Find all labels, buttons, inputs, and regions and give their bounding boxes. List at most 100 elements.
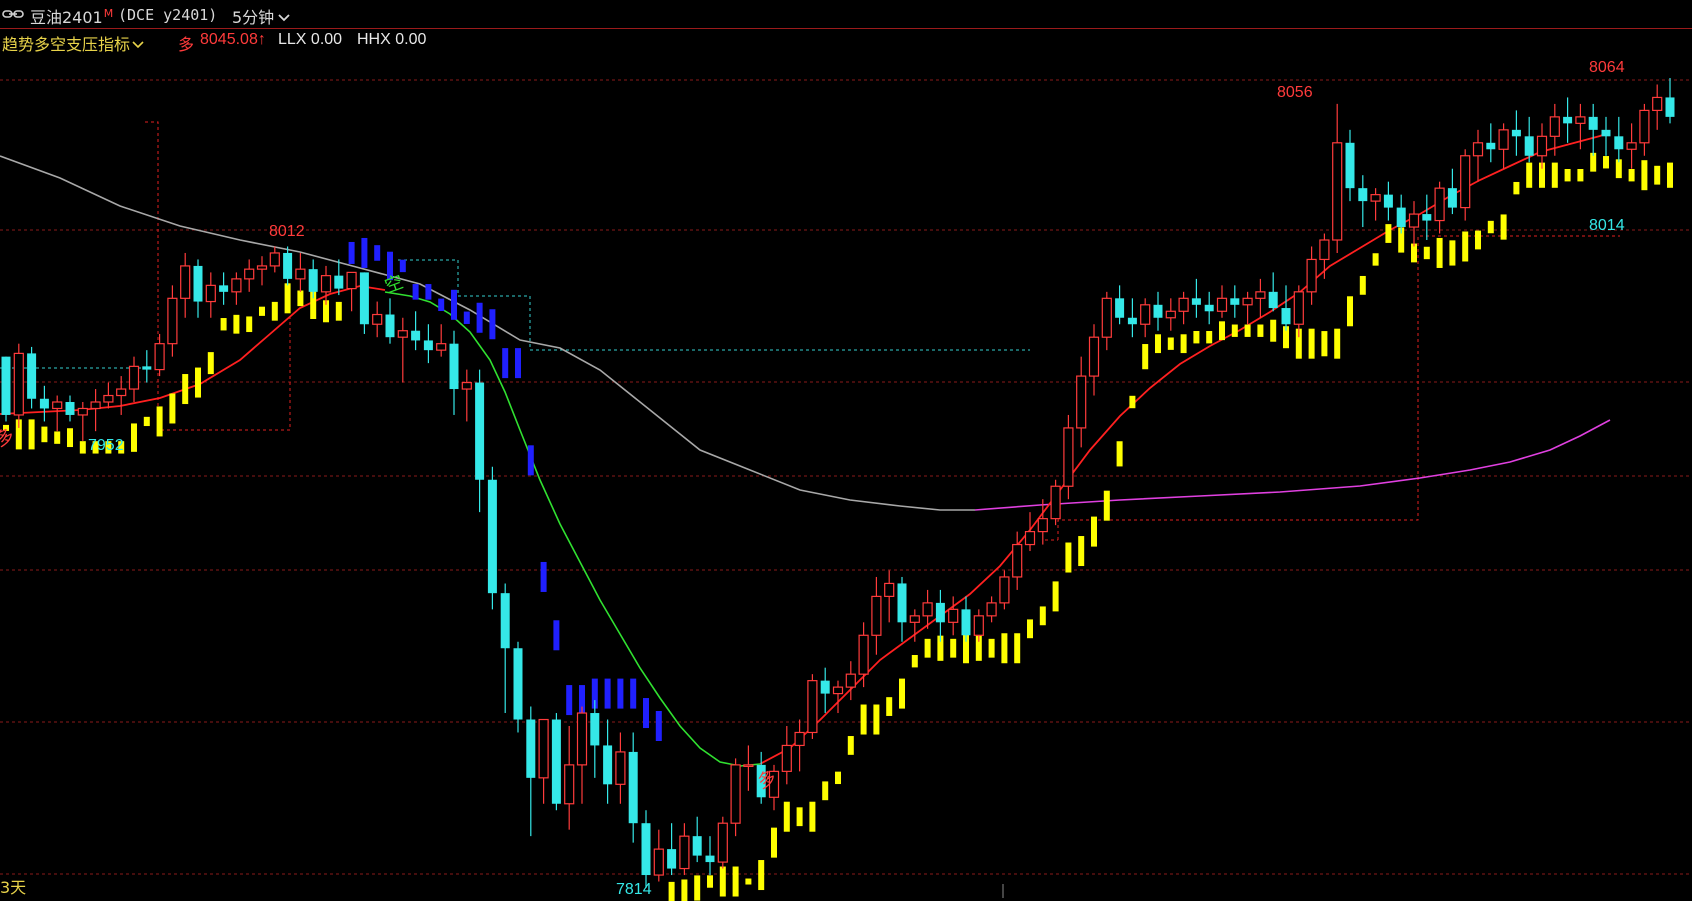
candle-body-up bbox=[1076, 375, 1087, 429]
trail-stop-mark bbox=[1116, 441, 1123, 467]
candle-body-up bbox=[1293, 291, 1304, 325]
candle-body-up bbox=[653, 848, 664, 876]
trail-stop-mark bbox=[1398, 227, 1405, 253]
candle-body-up bbox=[538, 718, 549, 779]
trail-stop-mark bbox=[271, 301, 278, 321]
trail-stop-mark bbox=[873, 704, 880, 735]
trail-stop-mark bbox=[1052, 581, 1059, 612]
candle-body-up bbox=[1434, 187, 1445, 222]
trail-stop-mark bbox=[1475, 230, 1481, 250]
indicator-selector[interactable]: 趋势多空支压指标 bbox=[2, 31, 144, 55]
llx-value: LLX 0.00 bbox=[278, 31, 343, 48]
chain-link-icon[interactable] bbox=[2, 8, 24, 20]
trail-stop-mark bbox=[579, 685, 585, 716]
trail-stop-mark bbox=[1564, 169, 1571, 182]
candle-body-up bbox=[999, 576, 1010, 604]
candle-body-up bbox=[1140, 304, 1151, 325]
candle-body-down bbox=[1, 356, 11, 415]
trail-stop-mark bbox=[1014, 633, 1021, 664]
trail-stop-mark bbox=[1039, 606, 1046, 626]
trail-stop-mark bbox=[438, 298, 445, 311]
trail-stop-mark bbox=[348, 241, 355, 264]
trail-stop-mark bbox=[1615, 159, 1622, 179]
candle-body-up bbox=[615, 751, 626, 785]
trail-stop-mark bbox=[220, 318, 227, 331]
candle-body-up bbox=[1408, 213, 1420, 228]
trail-stop-mark bbox=[79, 441, 86, 454]
candle-body-down bbox=[283, 252, 293, 279]
candle-body-down bbox=[423, 340, 433, 351]
candle-body-up bbox=[1037, 518, 1048, 533]
period-selector[interactable]: 5分钟 bbox=[232, 4, 291, 28]
trail-stop-mark bbox=[1500, 214, 1507, 240]
candle-body-down bbox=[193, 265, 203, 302]
trail-stop-mark bbox=[515, 348, 521, 379]
chevron-down-icon bbox=[278, 14, 290, 22]
trail-stop-mark bbox=[412, 284, 419, 300]
kline-chart[interactable]: 8012 7952 7814 8056 8064 8014 空 多 多 bbox=[0, 0, 1692, 901]
trail-stop-mark bbox=[1628, 169, 1635, 182]
trail-stop-mark bbox=[681, 879, 688, 901]
trail-stop-mark bbox=[143, 416, 150, 427]
candle-body-up bbox=[154, 343, 165, 371]
trail-stop-mark bbox=[1359, 275, 1366, 295]
trail-stop-mark bbox=[1654, 165, 1661, 185]
trail-stop-mark bbox=[1487, 220, 1494, 234]
candle-body-up bbox=[884, 582, 895, 598]
trail-stop-mark bbox=[847, 736, 854, 755]
candle-body-up bbox=[346, 271, 357, 290]
trail-stop-mark bbox=[335, 301, 342, 321]
candle-body-down bbox=[513, 648, 523, 720]
trail-stop-mark bbox=[1295, 328, 1302, 359]
candle-body-up bbox=[1498, 129, 1509, 150]
candle-body-up bbox=[231, 278, 242, 293]
candle-body-down bbox=[1524, 136, 1534, 156]
trail-stop-mark bbox=[1308, 328, 1315, 359]
candle-body-up bbox=[77, 407, 88, 416]
candle-body-up bbox=[1639, 109, 1650, 144]
candle-body-up bbox=[320, 275, 332, 293]
candle-body-down bbox=[1486, 142, 1496, 150]
trail-stop-mark bbox=[630, 678, 637, 709]
trail-stop-mark bbox=[246, 316, 253, 333]
label-high-left: 8012 bbox=[269, 223, 305, 240]
candle-body-down bbox=[475, 382, 485, 480]
candle-body-down bbox=[1127, 317, 1137, 325]
trail-stop-mark bbox=[502, 348, 509, 379]
signal-long-left: 多 bbox=[0, 425, 18, 452]
trail-stop-mark bbox=[1167, 337, 1174, 350]
candle-body-up bbox=[1063, 427, 1074, 487]
candle-body-up bbox=[1242, 297, 1253, 306]
trail-stop-mark bbox=[156, 406, 163, 437]
candle-body-up bbox=[1050, 485, 1061, 520]
candle-body-up bbox=[128, 365, 140, 390]
trail-stop-mark bbox=[566, 685, 573, 716]
trail-stop-markers bbox=[3, 152, 1673, 901]
candle-body-down bbox=[692, 836, 702, 856]
trail-stop-mark bbox=[553, 620, 560, 651]
candle-body-up bbox=[730, 764, 741, 824]
candle-body-down bbox=[219, 285, 229, 292]
candle-body-down bbox=[1281, 308, 1291, 325]
trail-stop-mark bbox=[463, 311, 470, 324]
trail-stop-mark bbox=[591, 678, 598, 709]
candle-body-up bbox=[743, 764, 754, 767]
trail-stop-mark bbox=[1347, 296, 1353, 327]
candle-body-up bbox=[397, 330, 408, 338]
candle-body-up bbox=[1101, 297, 1112, 338]
candle-body-down bbox=[142, 366, 152, 370]
candle-body-down bbox=[308, 269, 318, 292]
trail-stop-mark bbox=[1231, 324, 1238, 337]
candle-body-up bbox=[90, 401, 101, 410]
symbol-name: 豆油2401M bbox=[30, 4, 113, 28]
candle-body-down bbox=[39, 398, 49, 409]
candle-body-up bbox=[436, 343, 447, 351]
support-resistance-boxes bbox=[0, 121, 1620, 541]
candle-body-up bbox=[1088, 336, 1100, 377]
candle-body-down bbox=[1601, 129, 1611, 137]
trail-stop-mark bbox=[1142, 344, 1149, 370]
trail-stop-mark bbox=[1436, 237, 1443, 268]
ma-magenta-line bbox=[974, 419, 1611, 511]
candle-body-up bbox=[871, 595, 882, 636]
trail-stop-mark bbox=[899, 678, 905, 709]
